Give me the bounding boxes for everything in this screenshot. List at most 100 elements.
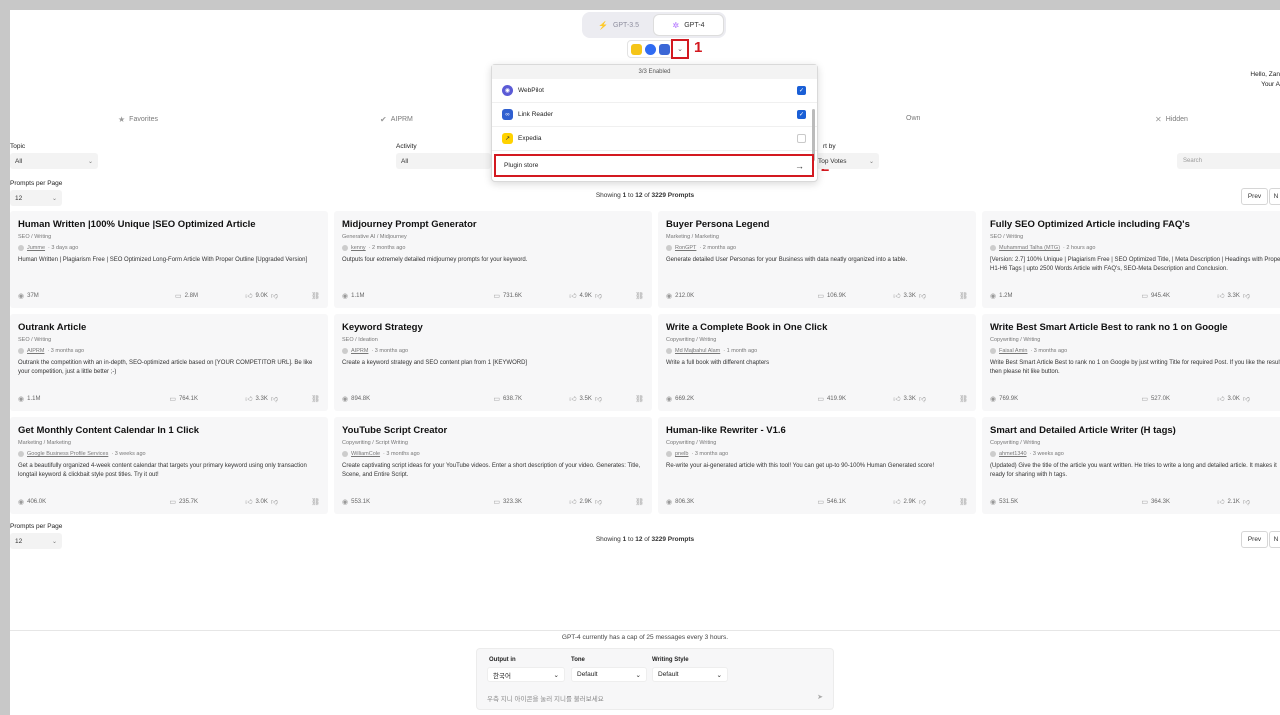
gpt4-button[interactable]: ✲ GPT-4 [653, 14, 724, 36]
link-icon[interactable]: ⛓︎ [635, 498, 644, 506]
prompt-title[interactable]: Human-like Rewriter - V1.6 [666, 425, 968, 436]
prompt-title[interactable]: Write a Complete Book in One Click [666, 322, 968, 333]
gpt35-button[interactable]: ⚡ GPT-3.5 [584, 14, 653, 36]
thumbs-up-icon[interactable]: 👍︎ [1217, 291, 1224, 300]
thumbs-down-icon[interactable]: 👎︎ [595, 394, 602, 403]
author-link[interactable]: kenny [351, 245, 366, 251]
tab-hidden[interactable]: ✕ Hidden [1155, 115, 1188, 124]
author-link[interactable]: RonGPT [675, 245, 696, 251]
thumbs-up-icon[interactable]: 👍︎ [1217, 394, 1224, 403]
plugin-item-webpilot[interactable]: ◉ WebPilot ✓ [492, 79, 817, 103]
thumbs-down-icon[interactable]: 👎︎ [1243, 394, 1250, 403]
activity-select[interactable]: All [396, 153, 491, 169]
author-link[interactable]: Jumme [27, 245, 45, 251]
prompt-card[interactable]: Smart and Detailed Article Writer (H tag… [982, 417, 1280, 514]
thumbs-down-icon[interactable]: 👎︎ [1243, 291, 1250, 300]
prompt-card[interactable]: YouTube Script Creator Copywriting / Scr… [334, 417, 652, 514]
thumbs-up-icon[interactable]: 👍︎ [1217, 497, 1224, 506]
enabled-plugins-bar[interactable] [627, 40, 674, 58]
thumbs-down-icon[interactable]: 👎︎ [271, 394, 278, 403]
send-icon[interactable]: ➤ [817, 693, 823, 701]
link-icon[interactable]: ⛓︎ [311, 395, 320, 403]
thumbs-down-icon[interactable]: 👎︎ [595, 291, 602, 300]
author-link[interactable]: AIPRM [27, 348, 44, 354]
webpilot-checkbox[interactable]: ✓ [797, 86, 806, 95]
prompt-card[interactable]: Keyword Strategy SEO / Ideation AIPRM · … [334, 314, 652, 411]
prompt-title[interactable]: Smart and Detailed Article Writer (H tag… [990, 425, 1280, 436]
search-input[interactable]: Search [1177, 153, 1280, 169]
thumbs-up-icon[interactable]: 👍︎ [893, 497, 900, 506]
author-link[interactable]: WilliamCole [351, 451, 380, 457]
tab-aiprm[interactable]: ✔ AIPRM [380, 115, 413, 124]
thumbs-down-icon[interactable]: 👎︎ [919, 394, 926, 403]
prompt-card[interactable]: Fully SEO Optimized Article including FA… [982, 211, 1280, 308]
author-link[interactable]: AIPRM [351, 348, 368, 354]
prompt-title[interactable]: Get Monthly Content Calendar In 1 Click [18, 425, 320, 436]
prev-button-bottom[interactable]: Prev [1241, 531, 1268, 548]
prompt-title[interactable]: Buyer Persona Legend [666, 219, 968, 230]
prompt-card[interactable]: Buyer Persona Legend Marketing / Marketi… [658, 211, 976, 308]
plugins-dropdown-toggle[interactable]: ⌄ [671, 39, 689, 59]
thumbs-down-icon[interactable]: 👎︎ [271, 291, 278, 300]
prompt-card[interactable]: Outrank Article SEO / Writing AIPRM · 3 … [10, 314, 328, 411]
author-link[interactable]: Md Majbahul Alam [675, 348, 720, 354]
prompt-card[interactable]: Write a Complete Book in One Click Copyw… [658, 314, 976, 411]
prompt-title[interactable]: Keyword Strategy [342, 322, 644, 333]
thumbs-up-icon[interactable]: 👍︎ [569, 497, 576, 506]
link-icon[interactable]: ⛓︎ [635, 395, 644, 403]
prompt-title[interactable]: Fully SEO Optimized Article including FA… [990, 219, 1280, 230]
thumbs-up-icon[interactable]: 👍︎ [569, 394, 576, 403]
prompt-title[interactable]: YouTube Script Creator [342, 425, 644, 436]
thumbs-down-icon[interactable]: 👎︎ [919, 291, 926, 300]
avatar-icon [990, 451, 996, 457]
thumbs-down-icon[interactable]: 👎︎ [595, 497, 602, 506]
prompt-card[interactable]: Human-like Rewriter - V1.6 Copywriting /… [658, 417, 976, 514]
link-icon[interactable]: ⛓︎ [959, 498, 968, 506]
link-icon[interactable]: ⛓︎ [959, 395, 968, 403]
thumbs-down-icon[interactable]: 👎︎ [271, 497, 278, 506]
thumbs-down-icon[interactable]: 👎︎ [1243, 497, 1250, 506]
author-link[interactable]: Faisal Amin [999, 348, 1027, 354]
author-link[interactable]: Muhammad Talha (MTG) [999, 245, 1060, 251]
next-button[interactable]: N [1269, 188, 1280, 205]
link-icon[interactable]: ⛓︎ [635, 292, 644, 300]
plugin-item-link-reader[interactable]: ∞ Link Reader ✓ [492, 103, 817, 127]
link-icon[interactable]: ⛓︎ [311, 292, 320, 300]
showing-of-word: of [642, 192, 652, 199]
link-icon[interactable]: ⛓︎ [959, 292, 968, 300]
plugin-item-expedia[interactable]: ↗ Expedia [492, 127, 817, 151]
sort-select[interactable]: Top Votes ⌄ [813, 153, 879, 169]
thumbs-up-icon[interactable]: 👍︎ [245, 394, 252, 403]
plugin-store-button[interactable]: Plugin store → [494, 154, 814, 177]
prompt-title[interactable]: Human Written |100% Unique |SEO Optimize… [18, 219, 320, 230]
topic-select[interactable]: All ⌄ [10, 153, 98, 169]
tone-select[interactable]: Default ⌄ [571, 667, 647, 682]
prompt-title[interactable]: Outrank Article [18, 322, 320, 333]
link-reader-checkbox[interactable]: ✓ [797, 110, 806, 119]
thumbs-up-icon[interactable]: 👍︎ [893, 291, 900, 300]
expedia-checkbox[interactable] [797, 134, 806, 143]
prompt-card[interactable]: Get Monthly Content Calendar In 1 Click … [10, 417, 328, 514]
tab-own[interactable]: Own [906, 115, 920, 122]
thumbs-up-icon[interactable]: 👍︎ [245, 291, 252, 300]
post-time: · 3 months ago [1030, 348, 1068, 354]
prompt-card[interactable]: Write Best Smart Article Best to rank no… [982, 314, 1280, 411]
message-input[interactable]: 우측 지니 아이콘을 눌러 지니를 불러보세요 [487, 693, 604, 703]
link-icon[interactable]: ⛓︎ [311, 498, 320, 506]
style-select[interactable]: Default ⌄ [652, 667, 728, 682]
thumbs-down-icon[interactable]: 👎︎ [919, 497, 926, 506]
prompt-title[interactable]: Write Best Smart Article Best to rank no… [990, 322, 1280, 333]
author-link[interactable]: Google Business Profile Services [27, 451, 108, 457]
thumbs-up-icon[interactable]: 👍︎ [245, 497, 252, 506]
prompt-card[interactable]: Midjourney Prompt Generator Generative A… [334, 211, 652, 308]
author-link[interactable]: pnelb [675, 451, 688, 457]
thumbs-up-icon[interactable]: 👍︎ [569, 291, 576, 300]
prompt-title[interactable]: Midjourney Prompt Generator [342, 219, 644, 230]
tab-favorites[interactable]: ★ Favorites [118, 115, 158, 124]
next-button-bottom[interactable]: N [1269, 531, 1280, 548]
output-select[interactable]: 한국어 ⌄ [487, 667, 565, 682]
thumbs-up-icon[interactable]: 👍︎ [893, 394, 900, 403]
prompt-card[interactable]: Human Written |100% Unique |SEO Optimize… [10, 211, 328, 308]
author-link[interactable]: ahmet1340 [999, 451, 1027, 457]
prev-button[interactable]: Prev [1241, 188, 1268, 205]
